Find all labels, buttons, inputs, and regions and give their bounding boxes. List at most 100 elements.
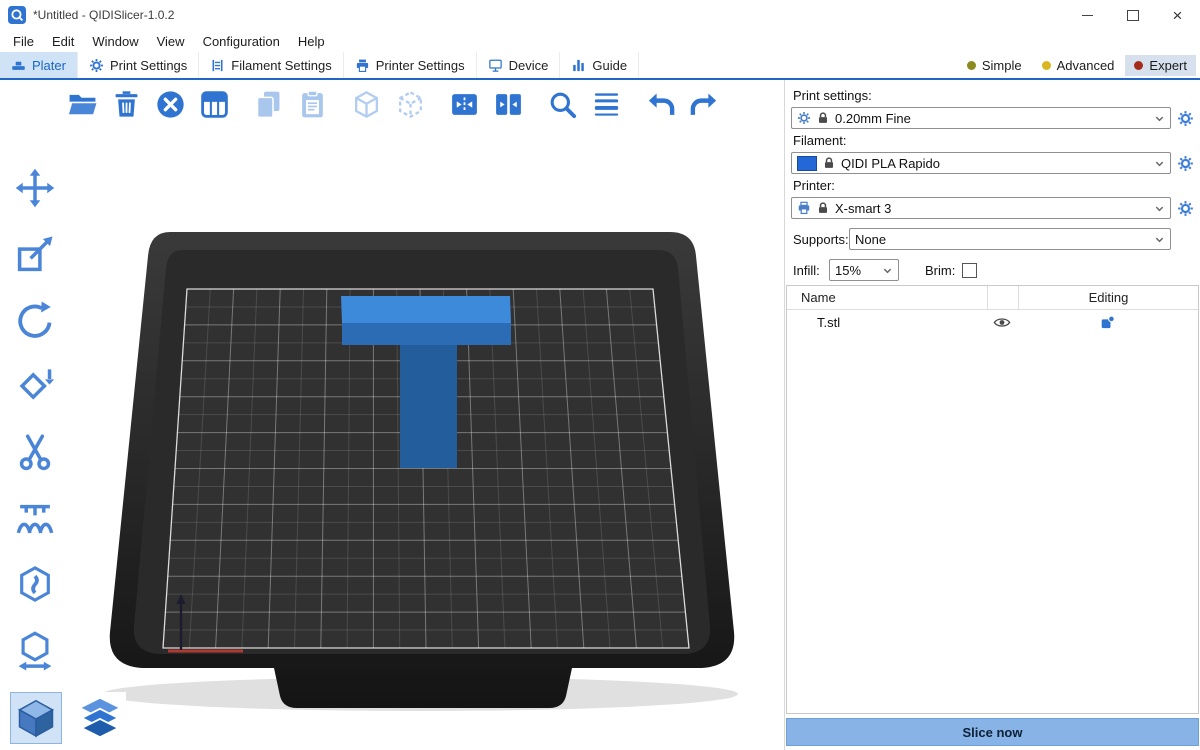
print-settings-label: Print settings: (793, 88, 1192, 103)
filament-combo[interactable]: QIDI PLA Rapido (791, 152, 1171, 174)
paste-button[interactable] (294, 86, 330, 122)
printer-combo[interactable]: X-smart 3 (791, 197, 1171, 219)
mode-switcher: Simple Advanced Expert (958, 52, 1200, 78)
copy-button[interactable] (250, 86, 286, 122)
undo-button[interactable] (642, 86, 678, 122)
maximize-button[interactable] (1110, 0, 1155, 30)
column-header-visibility (987, 286, 1018, 309)
3d-editor-view-button[interactable] (10, 692, 62, 744)
editing-icon[interactable] (1100, 315, 1115, 330)
paint-supports-button[interactable] (12, 495, 58, 541)
tab-guide[interactable]: Guide (560, 52, 639, 78)
slice-now-button[interactable]: Slice now (786, 718, 1199, 746)
delete-all-button[interactable] (152, 86, 188, 122)
chevron-down-icon (1154, 234, 1165, 245)
brim-checkbox[interactable] (962, 263, 977, 278)
delete-button[interactable] (108, 86, 144, 122)
add-instance-button[interactable] (348, 86, 384, 122)
open-folder-icon (67, 89, 98, 120)
split-to-parts-button[interactable] (490, 86, 526, 122)
split-objects-icon (449, 89, 480, 120)
app-logo-icon (8, 6, 26, 24)
visibility-eye-icon[interactable] (993, 316, 1011, 329)
supports-label: Supports: (793, 232, 849, 247)
redo-button[interactable] (686, 86, 722, 122)
tab-print-settings[interactable]: Print Settings (78, 52, 199, 78)
app-window: *Untitled - QIDISlicer-1.0.2 × File Edit… (0, 0, 1200, 750)
mode-expert[interactable]: Expert (1125, 55, 1196, 76)
simple-mode-dot-icon (967, 61, 976, 70)
minimize-button[interactable] (1065, 0, 1110, 30)
menu-edit[interactable]: Edit (43, 34, 83, 49)
place-on-face-icon (14, 365, 56, 407)
print-settings-value: 0.20mm Fine (835, 111, 1149, 126)
open-button[interactable] (64, 86, 100, 122)
paint-supports-icon (14, 497, 56, 539)
column-header-editing: Editing (1018, 286, 1198, 309)
print-settings-gear-button[interactable] (1177, 110, 1194, 127)
split-parts-icon (493, 89, 524, 120)
undo-arrow-icon (645, 89, 676, 120)
mode-simple[interactable]: Simple (958, 55, 1031, 76)
titlebar: *Untitled - QIDISlicer-1.0.2 × (0, 0, 1200, 30)
viewport-scene[interactable] (0, 80, 785, 750)
preview-view-button[interactable] (74, 692, 126, 744)
print-settings-combo[interactable]: 0.20mm Fine (791, 107, 1171, 129)
close-button[interactable]: × (1155, 0, 1200, 30)
filament-gear-button[interactable] (1177, 155, 1194, 172)
remove-instance-cube-icon (395, 89, 426, 120)
menu-view[interactable]: View (148, 34, 194, 49)
tab-device[interactable]: Device (477, 52, 561, 78)
chevron-down-icon (1154, 113, 1165, 124)
window-title: *Untitled - QIDISlicer-1.0.2 (33, 8, 174, 22)
seam-button[interactable] (12, 561, 58, 607)
supports-combo[interactable]: None (849, 228, 1171, 250)
tab-filament-settings[interactable]: Filament Settings (199, 52, 343, 78)
scale-icon (14, 233, 56, 275)
object-row[interactable]: T.stl (787, 310, 1198, 335)
variable-layer-height-button[interactable] (588, 86, 624, 122)
remove-instance-button[interactable] (392, 86, 428, 122)
add-instance-cube-icon (351, 89, 382, 120)
arrange-button[interactable] (196, 86, 232, 122)
mode-advanced[interactable]: Advanced (1033, 55, 1124, 76)
device-icon (488, 58, 503, 73)
viewport-3d[interactable] (0, 80, 785, 750)
gear-icon (797, 111, 811, 125)
3d-cube-icon (14, 696, 58, 740)
move-button[interactable] (12, 165, 58, 211)
menu-help[interactable]: Help (289, 34, 334, 49)
rotate-button[interactable] (12, 297, 58, 343)
layers-stack-icon (78, 696, 122, 740)
search-button[interactable] (544, 86, 580, 122)
cut-button[interactable] (12, 429, 58, 475)
printer-label: Printer: (793, 178, 1192, 193)
expert-mode-dot-icon (1134, 61, 1143, 70)
infill-combo[interactable]: 15% (829, 259, 899, 281)
object-list-header: Name Editing (787, 286, 1198, 310)
printer-gear-button[interactable] (1177, 200, 1194, 217)
guide-icon (571, 58, 586, 73)
tab-plater[interactable]: Plater (0, 52, 78, 78)
trash-icon (111, 89, 142, 120)
place-on-face-button[interactable] (12, 363, 58, 409)
split-to-objects-button[interactable] (446, 86, 482, 122)
tabbar: Plater Print Settings Filament Settings … (0, 52, 1200, 80)
menu-configuration[interactable]: Configuration (194, 34, 289, 49)
scale-button[interactable] (12, 231, 58, 277)
supports-value: None (855, 232, 1149, 247)
chevron-down-icon (1154, 158, 1165, 169)
print-settings-icon (89, 58, 104, 73)
maximize-icon (1127, 10, 1139, 21)
filament-value: QIDI PLA Rapido (841, 156, 1149, 171)
menu-window[interactable]: Window (83, 34, 147, 49)
scissors-icon (14, 431, 56, 473)
seam-icon (14, 563, 56, 605)
model-bar-front-face (342, 323, 511, 345)
tab-printer-settings[interactable]: Printer Settings (344, 52, 477, 78)
menubar: File Edit Window View Configuration Help (0, 30, 1200, 52)
printer-settings-icon (355, 58, 370, 73)
measure-button[interactable] (12, 627, 58, 673)
menu-file[interactable]: File (4, 34, 43, 49)
chevron-down-icon (882, 265, 893, 276)
